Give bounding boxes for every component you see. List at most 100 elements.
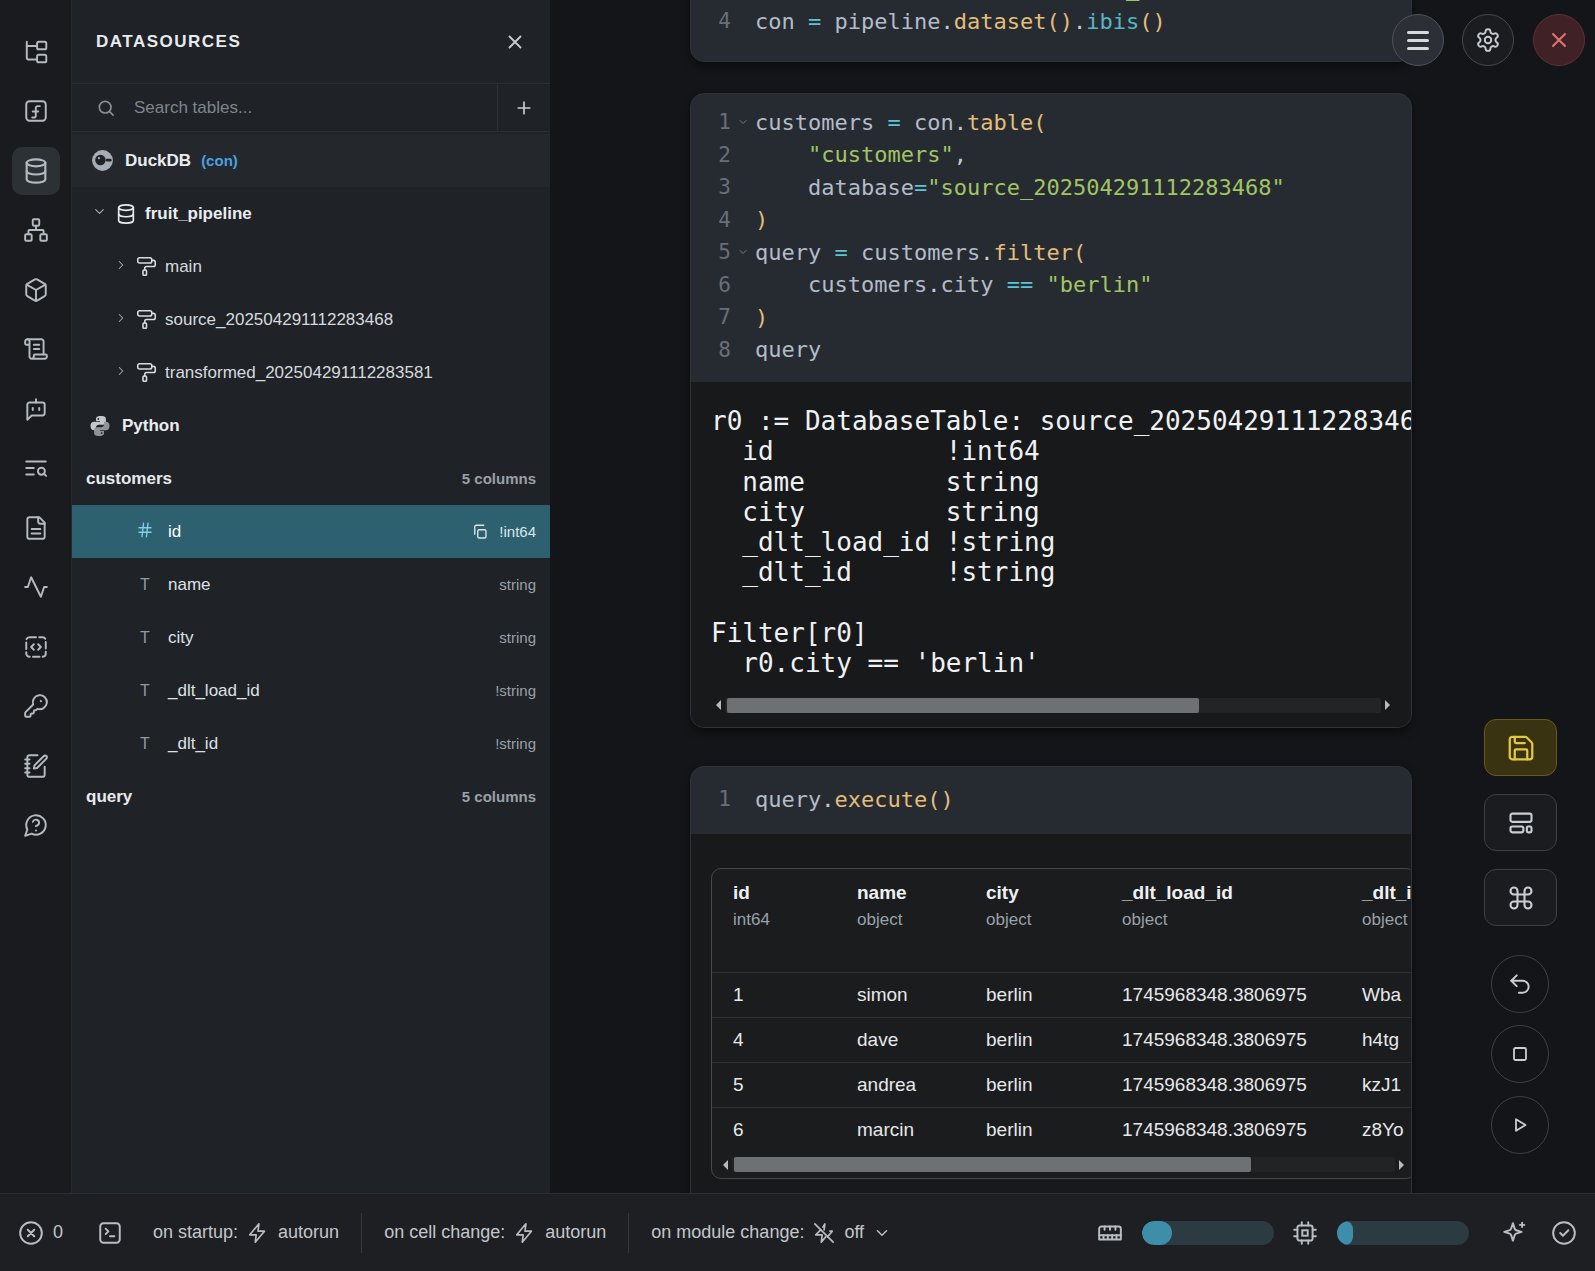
code-cell-setup[interactable]: 3pipeline = dlt.attach("fruit_pipeline")… (690, 0, 1412, 62)
table-row[interactable]: 5andreaberlin1745968348.3806975kzJ1 (712, 1062, 1412, 1107)
module-change-setting[interactable]: on module change: off (651, 1222, 891, 1244)
rail-file-explorer[interactable] (0, 22, 71, 82)
rail-snippets[interactable] (0, 617, 71, 677)
key-icon (23, 693, 49, 719)
status-bar: 0 on startup: autorun on cell change: au… (0, 1193, 1595, 1271)
cell-output-repr: r0 := DatabaseTable: source_202504291112… (691, 382, 1411, 727)
table-row[interactable]: 4daveberlin1745968348.3806975h4tg (712, 1017, 1412, 1062)
text-search-icon (23, 455, 49, 481)
shutdown-button[interactable] (1533, 14, 1585, 66)
copy-icon[interactable] (471, 523, 489, 541)
code-line[interactable]: 4con = pipeline.dataset().ibis() (691, 5, 1411, 38)
code-line[interactable]: 7) (691, 301, 1411, 334)
column-row-_dlt_load_id[interactable]: T_dlt_load_id!string (72, 664, 550, 717)
column-name: _dlt_id (168, 734, 218, 754)
terminal-button[interactable] (97, 1220, 123, 1246)
interrupt-button[interactable] (1491, 1025, 1549, 1083)
table-header: idint64nameobjectcityobject_dlt_load_ido… (712, 869, 1412, 972)
cell-change-label: on cell change: (384, 1222, 505, 1243)
add-datasource-button[interactable] (497, 84, 550, 131)
code-line[interactable]: 5query = customers.filter( (691, 236, 1411, 269)
rail-functions[interactable] (0, 82, 71, 142)
table-name: query (86, 787, 132, 807)
output-horizontal-scrollbar[interactable] (711, 697, 1395, 713)
rail-packages[interactable] (0, 260, 71, 320)
run-button[interactable] (1491, 1096, 1549, 1154)
column-row-city[interactable]: Tcitystring (72, 611, 550, 664)
error-indicator[interactable]: 0 (18, 1220, 63, 1246)
col-header-name[interactable]: name (857, 881, 978, 905)
panel-title: DATASOURCES (96, 32, 504, 52)
schema-row[interactable]: transformed_202504291112283581 (72, 346, 550, 399)
database-icon-icon (115, 203, 137, 225)
column-name: name (168, 575, 211, 595)
cell-change-setting[interactable]: on cell change: autorun (384, 1222, 606, 1244)
column-type: !string (495, 735, 550, 752)
search-input[interactable] (134, 98, 394, 118)
datasources-panel: DATASOURCES DuckDB(con)fruit_pipelinemai… (72, 0, 550, 1193)
col-header-_dlt_load_id[interactable]: _dlt_load_id (1122, 881, 1358, 905)
connection-status-icon[interactable] (1551, 1220, 1577, 1246)
rail-help[interactable] (0, 796, 71, 856)
startup-setting[interactable]: on startup: autorun (153, 1222, 339, 1244)
rail-datasources[interactable] (0, 141, 71, 201)
command-palette-button[interactable] (1484, 869, 1557, 926)
rail-notebook[interactable] (0, 736, 71, 796)
code-line[interactable]: 2 "customers", (691, 139, 1411, 172)
column-row-name[interactable]: Tnamestring (72, 558, 550, 611)
code-line[interactable]: 1query.execute() (691, 783, 1411, 816)
rail-secrets[interactable] (0, 677, 71, 737)
column-row-_dlt_id[interactable]: T_dlt_id!string (72, 717, 550, 770)
code-line[interactable]: 6 customers.city == "berlin" (691, 269, 1411, 302)
code-line[interactable]: 8query (691, 334, 1411, 367)
table-row[interactable]: 6marcinberlin1745968348.3806975z8Yo (712, 1107, 1412, 1152)
table-horizontal-scrollbar[interactable] (712, 1152, 1412, 1178)
rail-dependencies[interactable] (0, 201, 71, 261)
rail-tracing[interactable] (0, 558, 71, 618)
activity-icon (23, 574, 49, 600)
col-header-id[interactable]: id (733, 881, 843, 905)
close-panel-button[interactable] (504, 31, 526, 53)
save-icon (1506, 733, 1536, 763)
code-cell-query[interactable]: 1customers = con.table(2 "customers",3 d… (690, 93, 1412, 728)
panel-header: DATASOURCES (72, 0, 550, 84)
save-button[interactable] (1484, 719, 1557, 776)
code-line[interactable]: 3 database="source_202504291112283468" (691, 171, 1411, 204)
rail-documentation[interactable] (0, 498, 71, 558)
col-header-_dlt_id[interactable]: _dlt_id (1362, 881, 1412, 905)
circle-x-icon (18, 1220, 44, 1246)
rail-scratchpad[interactable] (0, 320, 71, 380)
gear-icon (1475, 27, 1501, 53)
schema-row[interactable]: main (72, 240, 550, 293)
column-type: !int64 (471, 523, 550, 541)
connection-row[interactable]: DuckDB(con) (72, 134, 550, 187)
layout-button[interactable] (1484, 794, 1557, 851)
col-header-city[interactable]: city (986, 881, 1108, 905)
error-count: 0 (53, 1222, 63, 1243)
code-line[interactable]: 4) (691, 204, 1411, 237)
cpu-icon (1292, 1220, 1318, 1246)
play-icon (1508, 1113, 1532, 1137)
cpu-usage-bar (1337, 1221, 1469, 1245)
column-count: 5 columns (462, 470, 550, 487)
table-row-query[interactable]: query 5 columns (72, 770, 550, 823)
column-row-id[interactable]: id!int64 (72, 505, 550, 558)
python-section[interactable]: Python (72, 399, 550, 452)
connection-badge: (con) (201, 152, 238, 169)
settings-button[interactable] (1462, 14, 1514, 66)
table-row[interactable]: 1simonberlin1745968348.3806975Wba (712, 972, 1412, 1017)
copilot-sparkles-icon[interactable] (1501, 1220, 1527, 1246)
help-bubble-icon (23, 812, 49, 838)
code-line[interactable]: 1customers = con.table( (691, 106, 1411, 139)
undo-button[interactable] (1491, 955, 1549, 1013)
table-row-customers[interactable]: customers5 columns (72, 452, 550, 505)
zap-icon (247, 1222, 269, 1244)
column-count: 5 columns (462, 788, 550, 805)
schema-row[interactable]: source_202504291112283468 (72, 293, 550, 346)
rail-ai-chat[interactable] (0, 379, 71, 439)
folder-tree-icon (23, 39, 49, 65)
menu-button[interactable] (1392, 14, 1444, 66)
rail-logs[interactable] (0, 439, 71, 499)
column-type: string (499, 629, 550, 646)
database-row[interactable]: fruit_pipeline (72, 187, 550, 240)
